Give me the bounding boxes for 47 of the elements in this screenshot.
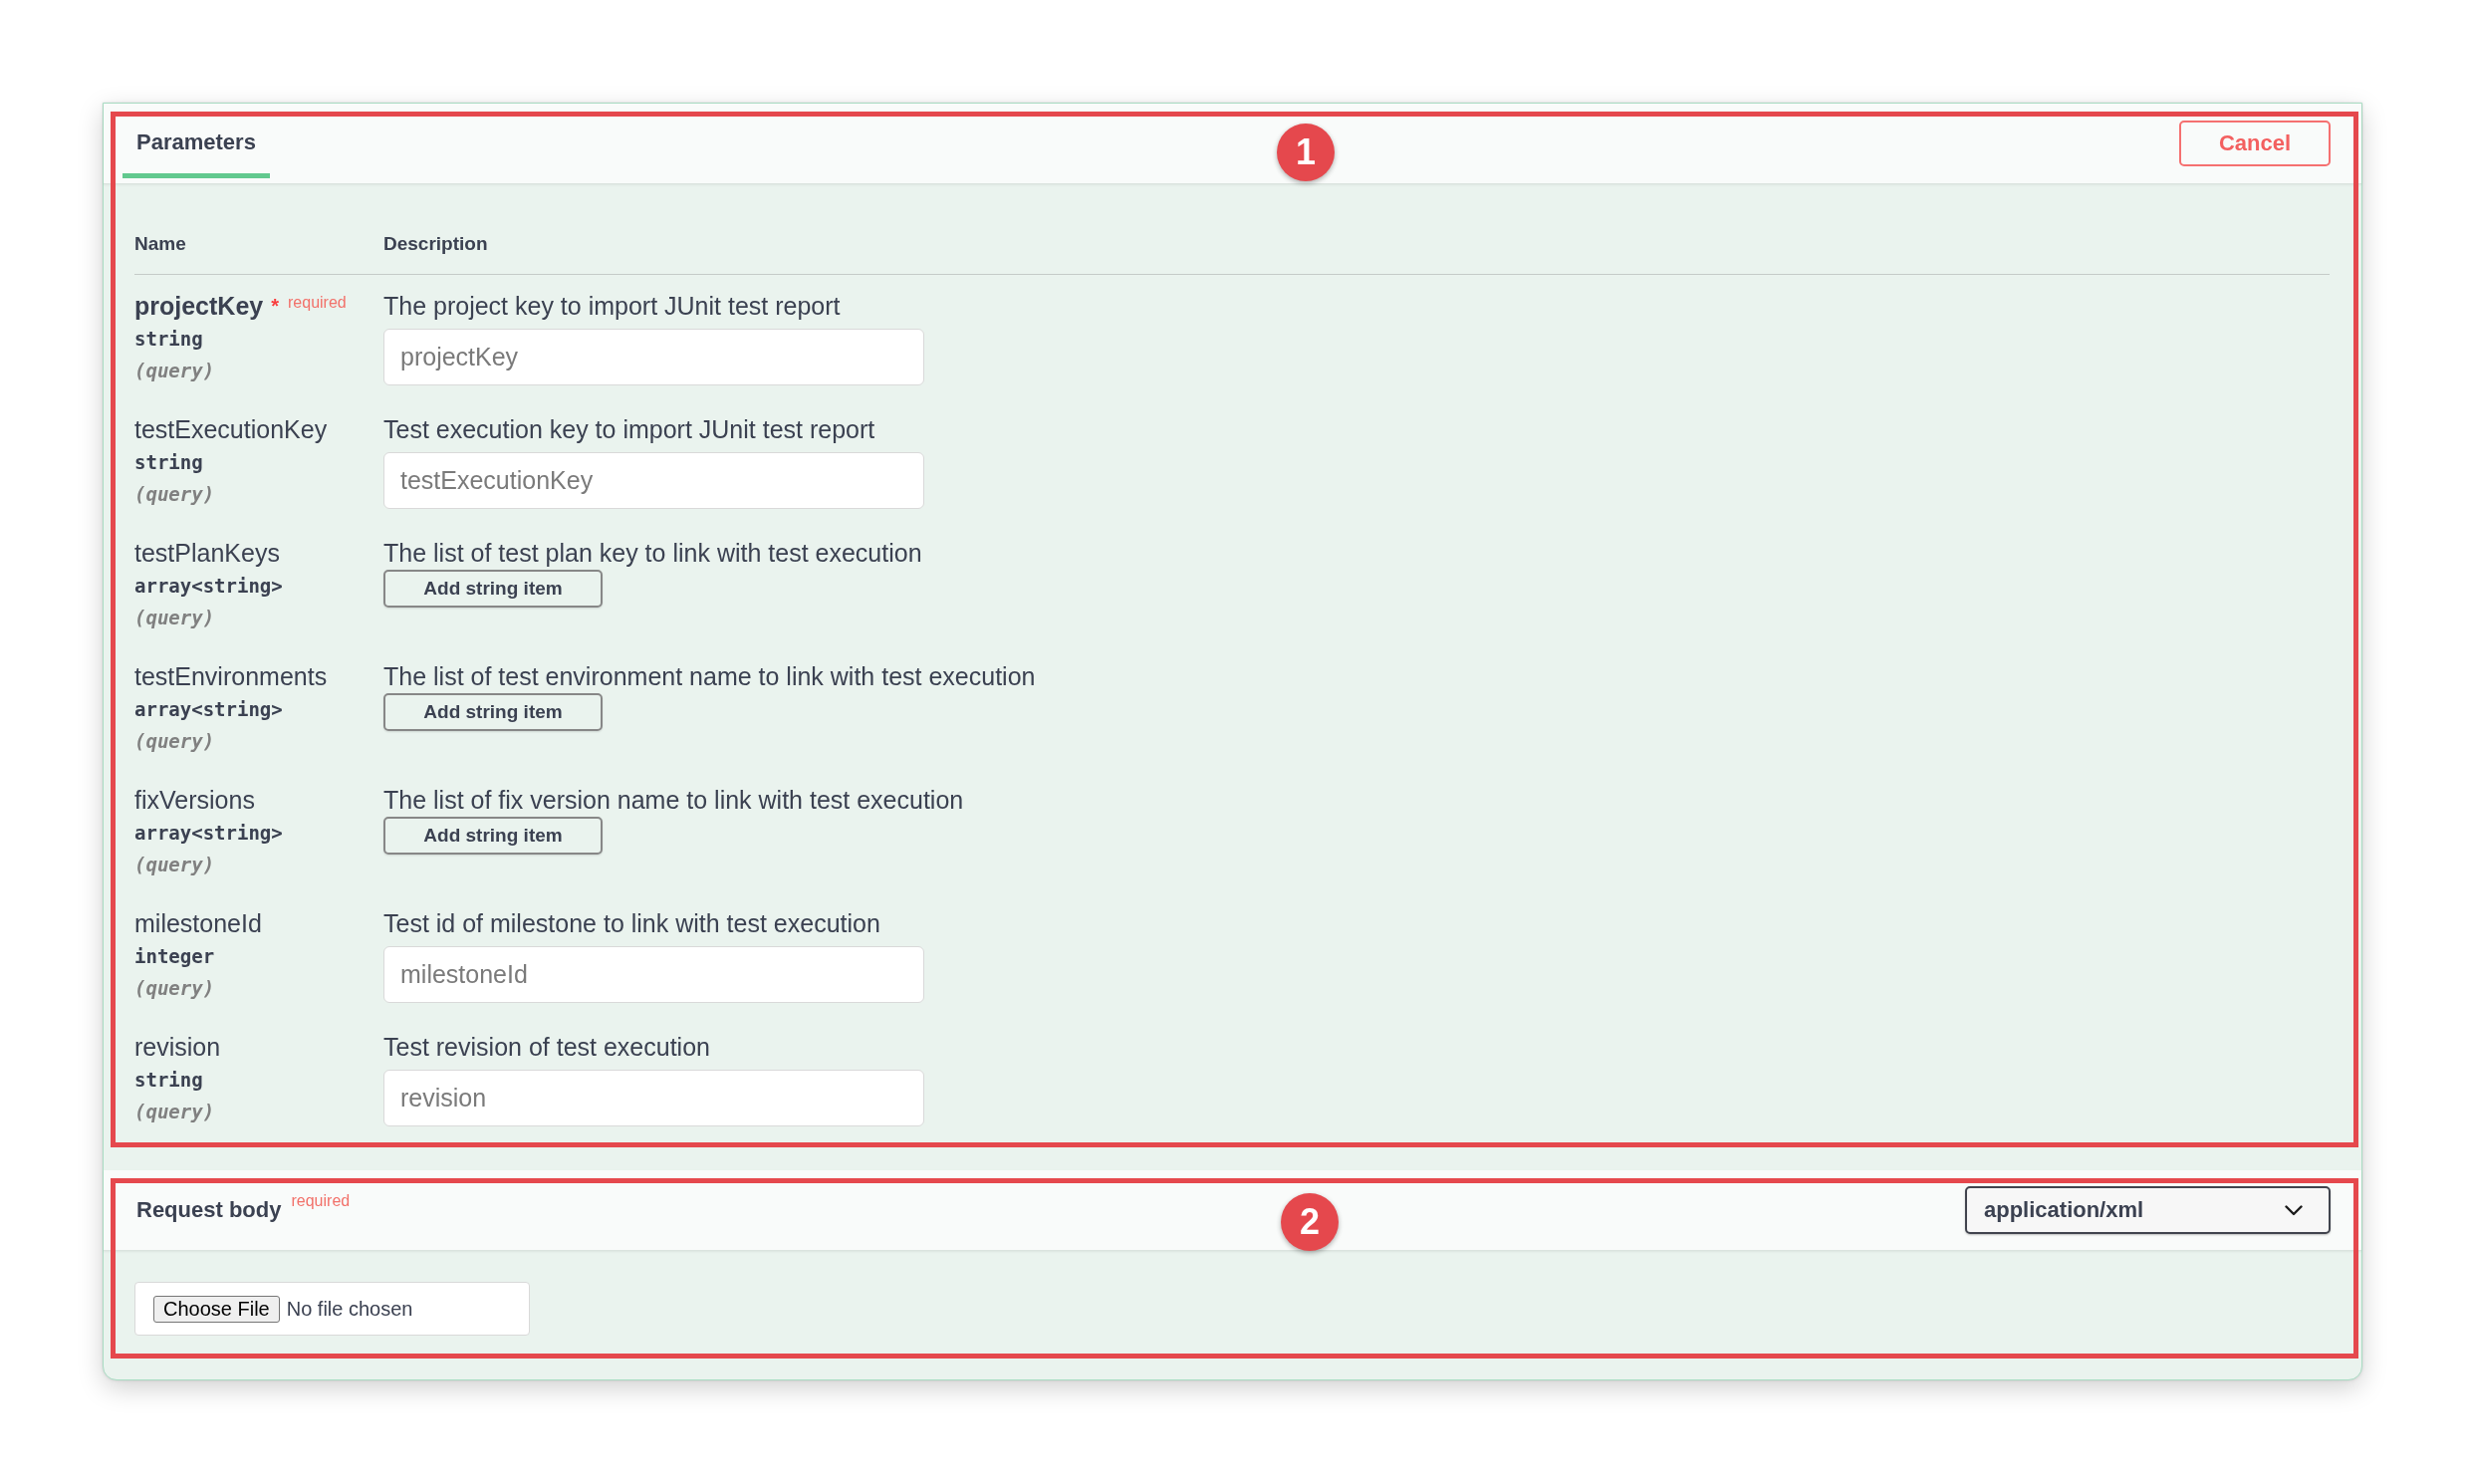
file-status: No file chosen	[286, 1297, 413, 1321]
parameter-input[interactable]: testExecutionKey	[383, 452, 924, 509]
add-item-button[interactable]: Add string item	[383, 570, 603, 608]
parameter-name: testPlanKeys	[134, 538, 280, 569]
parameter-type: integer	[134, 944, 215, 969]
parameter-input[interactable]: revision	[383, 1070, 924, 1126]
parameter-location: (query)	[134, 976, 215, 1001]
parameter-type: string	[134, 450, 203, 475]
column-header: Name	[134, 233, 186, 254]
choose-file-button[interactable]: Choose File	[153, 1295, 280, 1323]
parameter-location: (query)	[134, 482, 215, 507]
required-label: required	[291, 1192, 351, 1210]
add-item-button[interactable]: Add string item	[383, 693, 603, 731]
parameter-name: projectKey	[134, 291, 264, 322]
file-upload-field[interactable]: Choose File No file chosen	[134, 1282, 530, 1336]
required-label: required	[288, 294, 347, 312]
parameter-description: Test revision of test execution	[383, 1032, 710, 1063]
parameter-description: The project key to import JUnit test report	[383, 291, 841, 322]
column-header: Description	[383, 233, 488, 254]
parameter-description: Test id of milestone to link with test execution	[383, 908, 880, 939]
parameter-type: array<string>	[134, 821, 283, 846]
parameter-type: string	[134, 1068, 203, 1093]
chevron-down-icon	[2285, 1204, 2303, 1216]
parameter-location: (query)	[134, 853, 215, 877]
parameter-description: Test execution key to import JUnit test report	[383, 414, 875, 445]
request-body-title: Request body	[136, 1196, 282, 1224]
parameters-tab[interactable]: Parameters	[123, 129, 270, 178]
parameter-location: (query)	[134, 1100, 215, 1124]
parameter-type: array<string>	[134, 697, 283, 722]
parameter-name: testExecutionKey	[134, 414, 328, 445]
parameter-type: array<string>	[134, 574, 283, 599]
parameter-description: The list of fix version name to link with test execution	[383, 785, 964, 816]
parameter-input[interactable]: projectKey	[383, 329, 924, 385]
parameter-location: (query)	[134, 729, 215, 754]
parameter-type: string	[134, 327, 203, 352]
parameter-name: milestoneId	[134, 908, 262, 939]
parameter-location: (query)	[134, 359, 215, 383]
required-mark: *	[271, 295, 279, 318]
parameter-name: testEnvironments	[134, 661, 328, 692]
parameter-name: fixVersions	[134, 785, 255, 816]
parameter-location: (query)	[134, 606, 215, 630]
parameter-input[interactable]: milestoneId	[383, 946, 924, 1003]
parameter-description: The list of test plan key to link with test execution	[383, 538, 922, 569]
add-item-button[interactable]: Add string item	[383, 817, 603, 855]
parameter-name: revision	[134, 1032, 221, 1063]
parameter-description: The list of test environment name to link with test execution	[383, 661, 1036, 692]
content-type-select[interactable]: application/xml	[1965, 1186, 2331, 1234]
